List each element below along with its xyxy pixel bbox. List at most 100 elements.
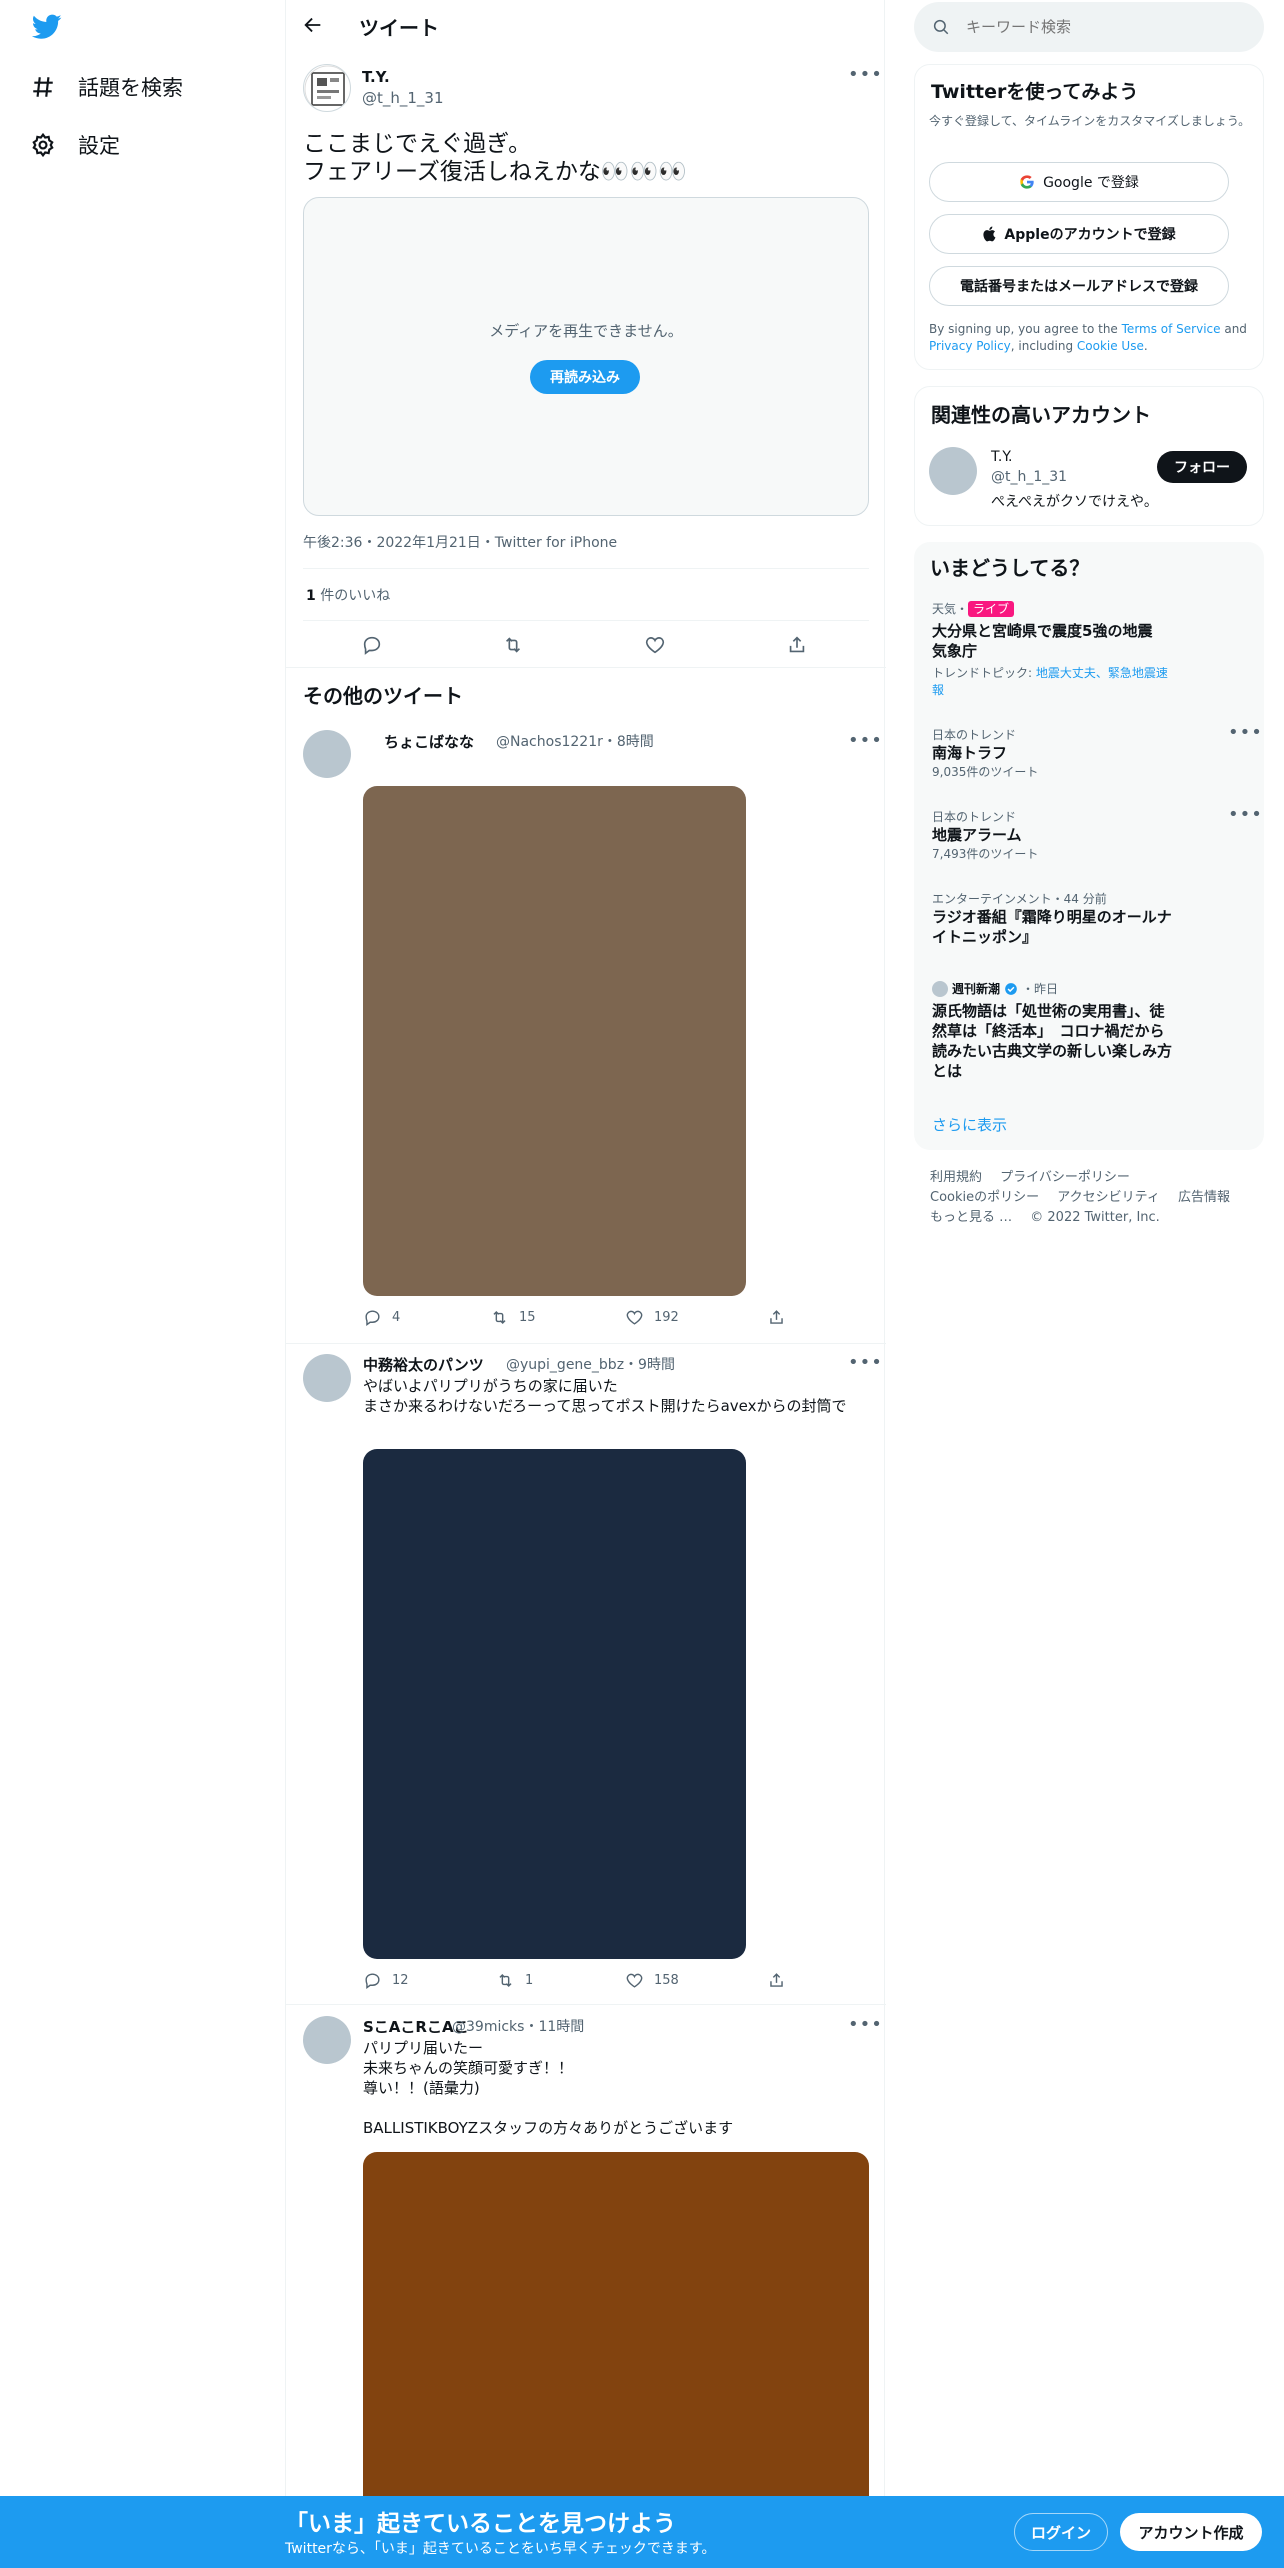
- more-options-icon[interactable]: •••: [1228, 722, 1263, 743]
- cookie-link[interactable]: Cookie Use: [1077, 339, 1144, 353]
- search-bar[interactable]: [914, 2, 1264, 52]
- retweet-count: 1: [525, 1973, 534, 1988]
- trend-title: 地震アラーム: [932, 826, 1022, 844]
- trend-item[interactable]: 日本のトレンド 南海トラフ 9,035件のツイート: [932, 726, 1242, 780]
- footer-link[interactable]: 広告情報: [1178, 1190, 1230, 1205]
- reload-button[interactable]: 再読み込み: [530, 360, 640, 394]
- trend-category: 日本のトレンド: [932, 728, 1017, 742]
- related-avatar[interactable]: [929, 447, 977, 495]
- retweet-icon[interactable]: [501, 634, 525, 660]
- more-tweets-heading: その他のツイート: [303, 684, 463, 708]
- like-icon[interactable]: [644, 634, 666, 660]
- share-button[interactable]: [767, 1971, 786, 1990]
- share-icon: [770, 1310, 783, 1324]
- share-icon[interactable]: [786, 634, 808, 660]
- tweet-time: ・8時間: [602, 734, 654, 750]
- privacy-link[interactable]: Privacy Policy: [929, 339, 1011, 353]
- nav-settings[interactable]: 設定: [30, 130, 120, 160]
- tweet-media[interactable]: [363, 1449, 746, 1959]
- tweet-meta[interactable]: 午後2:36・2022年1月21日・Twitter for iPhone: [303, 532, 617, 552]
- retweet-button[interactable]: 1: [496, 1971, 533, 1990]
- legal-text: and: [1220, 322, 1247, 336]
- like-icon: [626, 1973, 643, 1988]
- search-input[interactable]: [966, 18, 1236, 36]
- trend-subtitle: 気象庁: [932, 642, 978, 660]
- like-button[interactable]: 158: [625, 1971, 679, 1990]
- google-signup-label: Google で登録: [1043, 175, 1139, 191]
- twitter-logo-icon[interactable]: [31, 14, 62, 44]
- tweet-avatar[interactable]: [303, 1354, 351, 1402]
- likes-summary[interactable]: 1 件のいいね: [306, 585, 390, 605]
- trend-count: 9,035件のツイート: [932, 765, 1039, 779]
- nav-explore[interactable]: 話題を検索: [30, 72, 183, 102]
- main-tweet-handle[interactable]: @t_h_1_31: [362, 89, 444, 107]
- signup-legal: By signing up, you agree to the Terms of…: [929, 321, 1255, 355]
- reply-count: 4: [392, 1310, 401, 1325]
- show-more-link[interactable]: さらに表示: [932, 1114, 1007, 1135]
- tweet-handle: @39micks: [452, 2019, 525, 2035]
- apple-signup-button[interactable]: Appleのアカウントで登録: [929, 214, 1229, 254]
- footer-link[interactable]: Cookieのポリシー: [930, 1190, 1039, 1205]
- trend-category: 日本のトレンド: [932, 810, 1017, 824]
- signup-title: Twitterを使ってみよう: [931, 81, 1139, 103]
- reply-button[interactable]: 12: [363, 1971, 409, 1990]
- tweet-time: ・11時間: [524, 2019, 585, 2035]
- main-tweet-display-name[interactable]: T.Y.: [362, 68, 390, 86]
- tweet-avatar[interactable]: [303, 730, 351, 778]
- like-button[interactable]: 192: [625, 1308, 679, 1327]
- media-player[interactable]: メディアを再生できません。 再読み込み: [303, 197, 869, 516]
- more-options-icon[interactable]: •••: [848, 2014, 883, 2035]
- news-title: 源氏物語は「処世術の実用書」、徒然草は「終活本」 コロナ禍だから読みたい古典文学…: [932, 1002, 1173, 1080]
- more-options-icon[interactable]: •••: [1228, 804, 1263, 825]
- login-button[interactable]: ログイン: [1014, 2513, 1108, 2551]
- create-account-button[interactable]: アカウント作成: [1120, 2513, 1262, 2551]
- reply-button[interactable]: 4: [363, 1308, 400, 1327]
- signup-card: Twitterを使ってみよう 今すぐ登録して、タイムラインをカスタマイズしましょ…: [914, 64, 1264, 370]
- related-title: 関連性の高いアカウント: [931, 403, 1151, 427]
- tweet-avatar[interactable]: [303, 2016, 351, 2064]
- trend-item[interactable]: エンターテインメント・44 分前 ラジオ番組『霜降り明星のオールナイトニッポン』: [932, 890, 1172, 947]
- terms-link[interactable]: Terms of Service: [1122, 322, 1221, 336]
- tweet-handle-time[interactable]: @39micks・11時間: [452, 2016, 584, 2036]
- trend-item[interactable]: 天気・ ライブ 大分県と宮崎県で震度5強の地震 気象庁 トレンドトピック: 地震大…: [932, 600, 1242, 699]
- like-count: 192: [654, 1310, 679, 1325]
- bottom-bar-subtitle: Twitterなら、「いま」起きていることをいち早くチェックできます。: [285, 2541, 716, 2557]
- tweet-handle-time[interactable]: @Nachos1221r・8時間: [496, 731, 654, 751]
- news-time: ・昨日: [1022, 982, 1059, 996]
- legal-text: By signing up, you agree to the: [929, 322, 1122, 336]
- like-icon: [626, 1310, 643, 1325]
- retweet-button[interactable]: 15: [490, 1308, 536, 1327]
- footer-link[interactable]: 利用規約: [930, 1170, 982, 1185]
- footer-link[interactable]: プライバシーポリシー: [1000, 1170, 1130, 1185]
- phone-signup-button[interactable]: 電話番号またはメールアドレスで登録: [929, 266, 1229, 306]
- main-tweet-text-line2: フェアリーズ復活しねえかな👀👀👀: [303, 159, 687, 185]
- news-source-avatar: [932, 980, 948, 997]
- reply-icon[interactable]: [361, 634, 383, 660]
- more-options-icon[interactable]: •••: [848, 730, 883, 751]
- main-tweet-text-line1: ここまじでえぐ過ぎ。: [303, 131, 532, 157]
- legal-text: .: [1143, 339, 1148, 353]
- like-count: 158: [654, 1973, 679, 1988]
- related-bio: ぺえぺえがクソでけえや。: [991, 494, 1158, 510]
- tweet-handle-time[interactable]: @yupi_gene_bbz・9時間: [506, 1354, 675, 1374]
- back-arrow-icon[interactable]: [302, 14, 330, 42]
- more-options-icon[interactable]: •••: [848, 64, 883, 85]
- news-item[interactable]: 週刊新潮 ・昨日 源氏物語は「処世術の実用書」、徒然草は「終活本」 コロナ禍だか…: [932, 980, 1172, 1081]
- tweet-media[interactable]: [363, 786, 746, 1296]
- tweet-display-name[interactable]: 中務裕太のパンツ: [363, 1354, 484, 1375]
- follow-button[interactable]: フォロー: [1157, 451, 1247, 483]
- tweet-display-name[interactable]: ちょこばなな: [384, 731, 474, 752]
- trend-category: エンターテインメント・44 分前: [932, 892, 1107, 906]
- related-handle[interactable]: @t_h_1_31: [991, 469, 1067, 485]
- google-signup-button[interactable]: Google で登録: [929, 162, 1229, 202]
- share-button[interactable]: [767, 1308, 786, 1327]
- tweet-media[interactable]: [363, 2152, 869, 2496]
- related-display-name[interactable]: T.Y.: [991, 449, 1013, 465]
- bottom-bar-title: 「いま」起きていることを見つけよう: [285, 2511, 676, 2537]
- footer-link[interactable]: もっと見る …: [930, 1210, 1012, 1225]
- footer: 利用規約 プライバシーポリシー Cookieのポリシー アクセシビリティ 広告情…: [930, 1168, 1260, 1228]
- main-tweet-avatar[interactable]: [303, 64, 351, 112]
- more-options-icon[interactable]: •••: [848, 1352, 883, 1373]
- trend-item[interactable]: 日本のトレンド 地震アラーム 7,493件のツイート: [932, 808, 1242, 862]
- footer-link[interactable]: アクセシビリティ: [1057, 1190, 1160, 1205]
